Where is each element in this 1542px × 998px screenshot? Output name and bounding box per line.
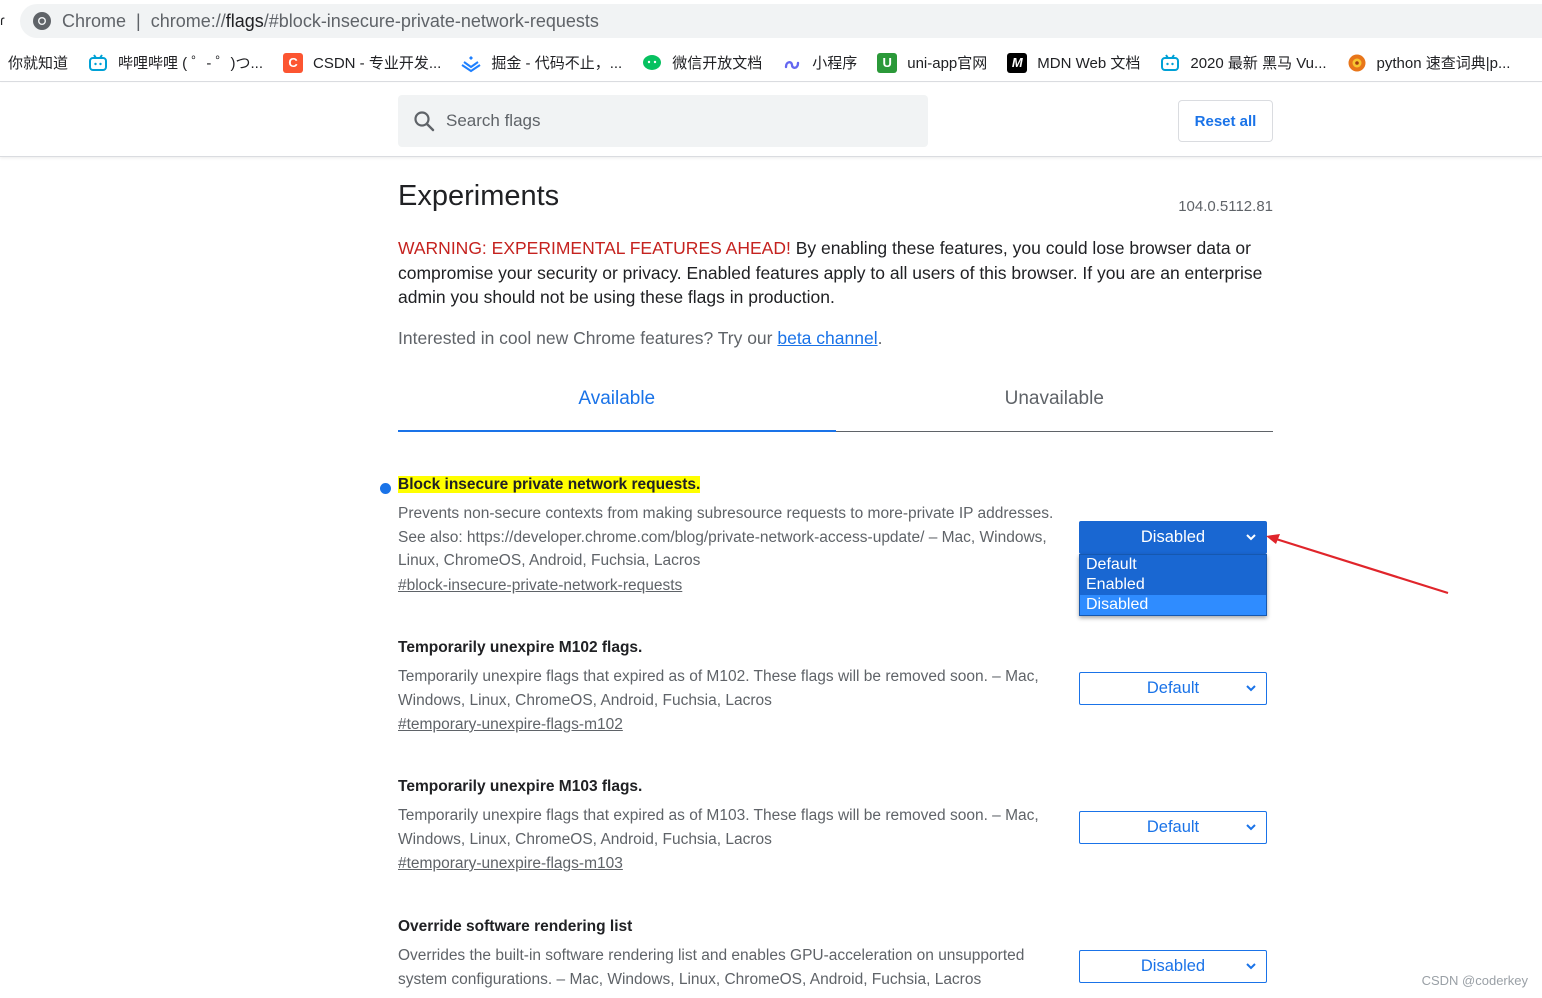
- chevron-down-icon: [1246, 963, 1256, 970]
- omnibox[interactable]: Chrome | chrome://flags/#block-insecure-…: [20, 4, 1542, 38]
- site-label: Chrome: [62, 10, 127, 31]
- bookmark-item[interactable]: 哔哩哔哩 ( ゜- ゜)つ...: [78, 48, 273, 78]
- bookmark-item[interactable]: M MDN Web 文档: [997, 48, 1150, 78]
- bookmark-item[interactable]: 2020 最新 黑马 Vu...: [1150, 48, 1336, 78]
- experiment-title-text: Block insecure private network requests.: [398, 476, 701, 493]
- experiment-title: Block insecure private network requests.: [398, 476, 1273, 494]
- experiment-select[interactable]: Disabled: [1079, 521, 1267, 554]
- select-value: Default: [1146, 818, 1200, 836]
- modified-indicator-dot: [380, 483, 391, 494]
- bookmark-label: CSDN - 专业开发...: [313, 55, 442, 72]
- bookmark-label: 掘金 - 代码不止，...: [491, 55, 623, 72]
- watermark: CSDN @coderkey: [1421, 973, 1528, 988]
- beta-promo: Interested in cool new Chrome features? …: [398, 328, 882, 349]
- experiment-description: Temporarily unexpire flags that expired …: [398, 668, 1039, 709]
- bookmark-label: 小程序: [812, 55, 858, 72]
- bilibili-icon: [1160, 53, 1180, 73]
- chrome-icon: [33, 12, 51, 30]
- python-icon: [1347, 53, 1367, 73]
- mdn-icon: M: [1007, 52, 1028, 73]
- url-rest: /#block-insecure-private-network-request…: [263, 10, 599, 31]
- warning-text: WARNING: EXPERIMENTAL FEATURES AHEAD! By…: [398, 236, 1273, 310]
- version-label: 104.0.5112.81: [1178, 198, 1273, 215]
- juejin-icon: [461, 53, 481, 73]
- bookmark-item[interactable]: python 速查词典|p...: [1337, 48, 1521, 78]
- select-value: Disabled: [1140, 528, 1206, 546]
- experiment-description: Prevents non-secure contexts from making…: [398, 505, 1054, 569]
- experiment-description: Temporarily unexpire flags that expired …: [398, 807, 1039, 848]
- select-value: Default: [1146, 679, 1200, 697]
- bookmark-item[interactable]: 掘金 - 代码不止，...: [451, 48, 632, 78]
- experiment-title: Override software rendering list: [398, 918, 633, 935]
- select-dropdown: Default Enabled Disabled: [1079, 554, 1267, 616]
- bookmark-label: 你就知道: [8, 55, 69, 72]
- csdn-icon: C: [283, 52, 304, 73]
- search-input[interactable]: [446, 111, 886, 131]
- tab-bar: Available Unavailable: [398, 378, 1273, 432]
- search-box[interactable]: [398, 95, 928, 147]
- chevron-down-icon: [1246, 534, 1256, 541]
- bookmark-item[interactable]: 你就知道: [0, 48, 78, 78]
- experiment-select[interactable]: Default: [1079, 811, 1267, 844]
- uniapp-icon: U: [877, 52, 898, 73]
- beta-channel-link[interactable]: beta channel: [777, 328, 877, 348]
- window-edge-glyph: ɾ: [0, 12, 5, 28]
- miniprogram-icon: [782, 53, 802, 73]
- reset-all-button[interactable]: Reset all: [1178, 100, 1273, 142]
- experiment-temporary-unexpire-flags-m103: Temporarily unexpire M103 flags. Tempora…: [398, 778, 1273, 873]
- search-icon: [414, 111, 435, 132]
- bilibili-icon: [88, 53, 108, 73]
- bookmark-label: 微信开放文档: [672, 55, 763, 72]
- bookmark-item[interactable]: C CSDN - 专业开发...: [273, 48, 451, 78]
- tab-unavailable[interactable]: Unavailable: [836, 378, 1274, 431]
- bookmark-item[interactable]: 微信开放文档: [632, 48, 772, 78]
- experiment-permalink[interactable]: #temporary-unexpire-flags-m102: [398, 716, 623, 734]
- beta-promo-text: Interested in cool new Chrome features? …: [398, 328, 778, 348]
- bookmark-label: python 速查词典|p...: [1376, 55, 1511, 72]
- experiment-select[interactable]: Default: [1079, 672, 1267, 705]
- page-title: Experiments: [398, 180, 560, 212]
- experiment-select[interactable]: Disabled: [1079, 950, 1267, 983]
- chevron-down-icon: [1246, 685, 1256, 692]
- url-prefix: chrome://: [150, 10, 226, 31]
- experiment-block-insecure-private-network-requests: Block insecure private network requests.…: [380, 476, 1273, 616]
- option-disabled[interactable]: Disabled: [1080, 595, 1266, 615]
- experiment-temporary-unexpire-flags-m102: Temporarily unexpire M102 flags. Tempora…: [398, 639, 1273, 734]
- bookmark-label: MDN Web 文档: [1037, 55, 1141, 72]
- experiment-title: Temporarily unexpire M103 flags.: [398, 778, 643, 795]
- url-host: flags: [225, 10, 264, 31]
- warning-lead: WARNING: EXPERIMENTAL FEATURES AHEAD!: [398, 238, 791, 258]
- wechat-icon: [642, 53, 662, 73]
- select-value: Disabled: [1140, 957, 1206, 975]
- url-text[interactable]: chrome://flags/#block-insecure-private-n…: [151, 11, 599, 32]
- address-bar-row: ɾ Chrome | chrome://flags/#block-insecur…: [0, 0, 1542, 44]
- experiment-override-software-rendering-list: Override software rendering list Overrid…: [398, 918, 1273, 991]
- beta-promo-end: .: [877, 328, 883, 348]
- omnibox-separator: |: [136, 10, 141, 31]
- bookmark-label: uni-app官网: [907, 55, 988, 72]
- bookmark-item[interactable]: U uni-app官网: [867, 48, 997, 78]
- bookmark-item[interactable]: 小程序: [772, 48, 867, 78]
- option-default[interactable]: Default: [1080, 555, 1266, 575]
- bookmarks-bar: 你就知道 哔哩哔哩 ( ゜- ゜)つ... C CSDN - 专业开发... 掘…: [0, 44, 1542, 82]
- annotation-arrow-icon: [1266, 534, 1449, 595]
- bookmark-label: 哔哩哔哩 ( ゜- ゜)つ...: [118, 55, 264, 72]
- title-row: Experiments 104.0.5112.81: [398, 180, 1273, 220]
- tab-available[interactable]: Available: [398, 378, 836, 432]
- option-enabled[interactable]: Enabled: [1080, 575, 1266, 595]
- flags-header: Reset all: [0, 83, 1542, 157]
- experiment-permalink[interactable]: #block-insecure-private-network-requests: [398, 577, 682, 595]
- chevron-down-icon: [1246, 824, 1256, 831]
- experiment-title: Temporarily unexpire M102 flags.: [398, 639, 643, 656]
- experiment-permalink[interactable]: #temporary-unexpire-flags-m103: [398, 855, 623, 873]
- experiment-description: Overrides the built-in software renderin…: [398, 947, 1025, 988]
- bookmark-label: 2020 最新 黑马 Vu...: [1190, 55, 1327, 72]
